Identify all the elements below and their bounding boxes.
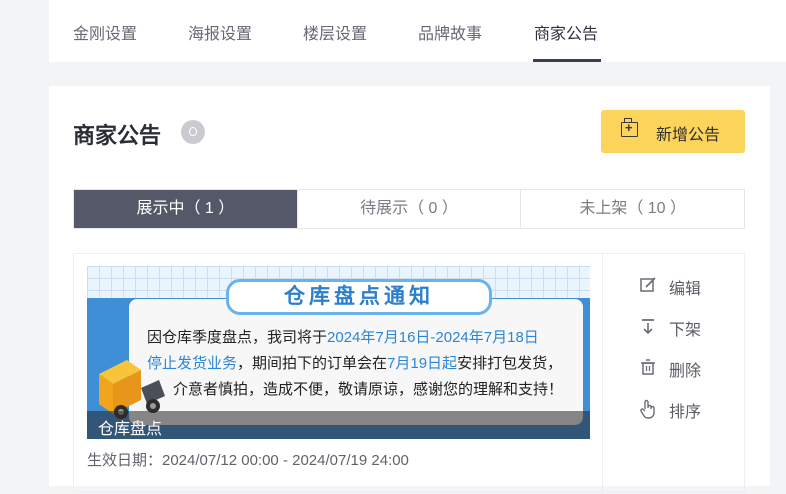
- banner-text-line-3: 介意者慎拍，造成不便，敬请原谅，感谢您的理解和支持！: [173, 381, 564, 398]
- tab-jingang-settings[interactable]: 金刚设置: [73, 20, 137, 44]
- notice-card: 仓库盘点通知 因仓库季度盘点，我司将于2024年7月16日-2024年7月18日…: [73, 253, 745, 494]
- notice-banner-image[interactable]: 仓库盘点通知 因仓库季度盘点，我司将于2024年7月16日-2024年7月18日…: [87, 266, 590, 439]
- help-icon[interactable]: [181, 120, 205, 144]
- banner-text-2c: 7月19日起: [387, 355, 458, 372]
- hand-pointer-icon: [640, 399, 655, 419]
- status-tab-showing[interactable]: 展示中（ 1 ）: [74, 190, 297, 228]
- edit-action-label: 编辑: [669, 281, 702, 298]
- tab-poster-settings[interactable]: 海报设置: [188, 20, 252, 44]
- add-notice-button-label: 新增公告: [656, 127, 721, 144]
- active-tab-indicator: [533, 59, 601, 62]
- add-notice-button[interactable]: 新增公告: [601, 110, 745, 153]
- edit-icon: [640, 277, 656, 292]
- page-title: 商家公告: [73, 123, 162, 148]
- banner-text-line-2: 停止发货业务，期间拍下的订单会在7月19日起安排打包发货，: [147, 352, 562, 373]
- banner-caption: 仓库盘点: [98, 421, 163, 438]
- tab-merchant-notice[interactable]: 商家公告: [534, 20, 598, 44]
- banner-text-line-1: 因仓库季度盘点，我司将于2024年7月16日-2024年7月18日: [147, 326, 539, 347]
- status-tab-group: 展示中（ 1 ） 待展示（ 0 ） 未上架（ 10 ）: [73, 189, 745, 229]
- top-tab-bar: 金刚设置 海报设置 楼层设置 品牌故事 商家公告: [49, 0, 786, 62]
- card-divider: [602, 254, 603, 494]
- trash-icon: [641, 359, 655, 375]
- take-down-icon: [642, 319, 654, 335]
- validity-period: 生效日期：2024/07/12 00:00 - 2024/07/19 24:00: [87, 452, 409, 469]
- banner-text-1a: 因仓库季度盘点，我司将于: [147, 329, 328, 346]
- tab-floor-settings[interactable]: 楼层设置: [303, 20, 367, 44]
- delete-action-label: 删除: [669, 363, 702, 380]
- banner-text-2d: 安排打包发货，: [457, 355, 563, 372]
- sort-action-label: 排序: [669, 404, 702, 421]
- banner-heading: 仓库盘点通知: [284, 285, 434, 308]
- banner-text-2b: ，期间拍下的订单会在: [237, 355, 388, 372]
- add-calendar-icon: [621, 118, 638, 137]
- status-tab-unlisted[interactable]: 未上架（ 10 ）: [520, 190, 744, 228]
- notice-panel: 商家公告 新增公告 展示中（ 1 ） 待展示（ 0 ） 未上架（ 10 ） 仓库…: [49, 86, 770, 494]
- banner-caption-bar: 仓库盘点: [87, 411, 590, 439]
- tab-brand-story[interactable]: 品牌故事: [418, 20, 482, 44]
- take-down-action-label: 下架: [669, 322, 702, 339]
- banner-heading-box: 仓库盘点通知: [226, 279, 492, 315]
- status-tab-pending[interactable]: 待展示（ 0 ）: [296, 190, 521, 228]
- banner-text-1b: 2024年7月16日-2024年7月18日: [327, 329, 539, 346]
